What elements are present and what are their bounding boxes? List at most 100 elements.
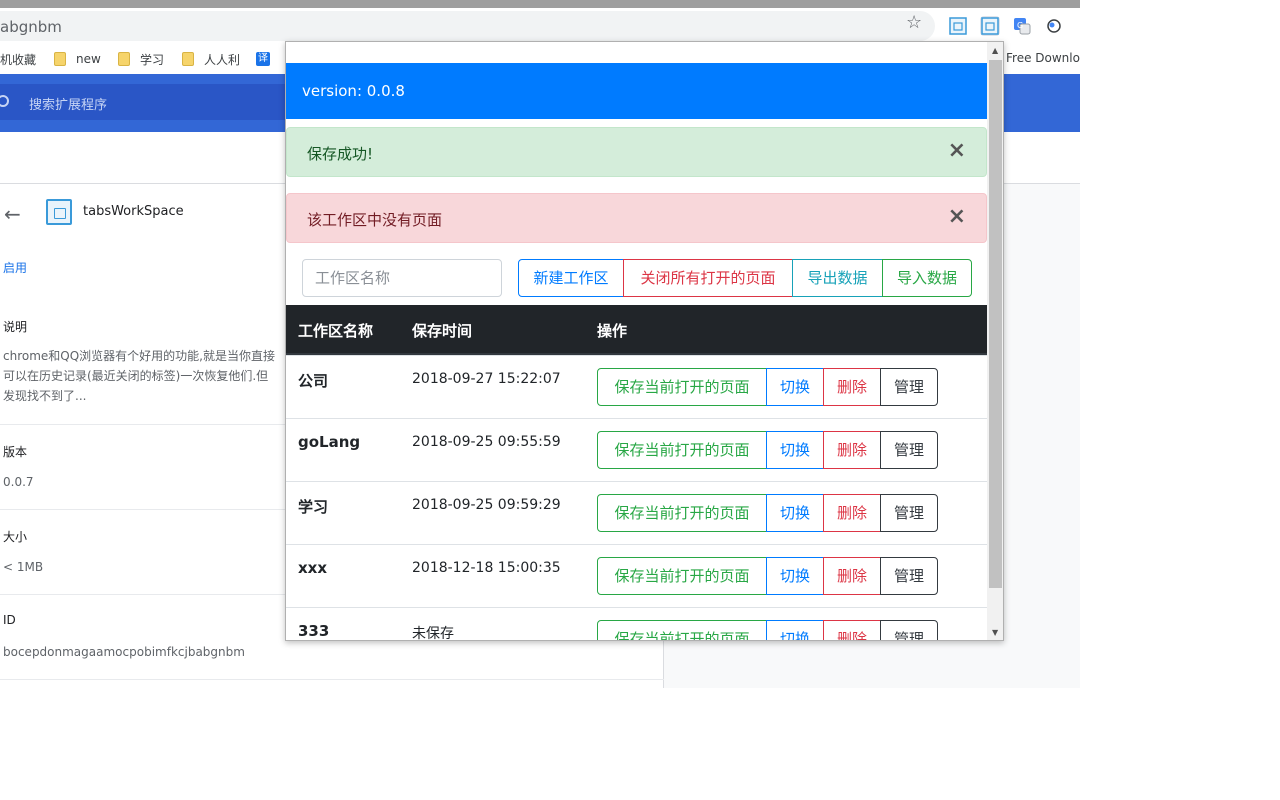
manage-button[interactable]: 管理 <box>880 494 938 532</box>
bookmark-label: new <box>76 52 101 66</box>
workspace-time: 2018-09-25 09:55:59 <box>412 434 561 450</box>
id-label: ID <box>3 613 16 627</box>
delete-button[interactable]: 删除 <box>823 494 881 532</box>
bookmark-star-icon[interactable]: ☆ <box>906 14 922 32</box>
save-pages-button[interactable]: 保存当前打开的页面 <box>597 431 767 469</box>
delete-button[interactable]: 删除 <box>823 557 881 595</box>
close-icon[interactable]: × <box>948 140 966 162</box>
save-pages-button[interactable]: 保存当前打开的页面 <box>597 368 767 406</box>
workspace-time: 未保存 <box>412 626 454 641</box>
workspace-time: 2018-12-18 15:00:35 <box>412 560 561 576</box>
description-line: 可以在历史记录(最近关闭的标签)一次恢复他们.但 <box>3 369 269 383</box>
workspace-name: xxx <box>298 559 328 577</box>
back-arrow-icon[interactable]: ← <box>4 202 21 226</box>
delete-button[interactable]: 删除 <box>823 368 881 406</box>
bookmark-free-download[interactable]: Free Downlo <box>1006 51 1080 65</box>
folder-icon <box>182 52 194 66</box>
switch-button[interactable]: 切换 <box>766 620 824 640</box>
save-pages-button[interactable]: 保存当前打开的页面 <box>597 620 767 640</box>
bookmark-label: 学习 <box>140 52 165 67</box>
switch-button[interactable]: 切换 <box>766 494 824 532</box>
bookmark-folder-renrenli[interactable]: 人人利 <box>182 51 240 67</box>
scroll-down-arrow-icon[interactable]: ▼ <box>992 628 998 637</box>
table-row: xxx 2018-12-18 15:00:35 保存当前打开的页面 切换 删除 … <box>286 544 987 607</box>
bookmark-label: 人人利 <box>204 52 241 67</box>
column-header-actions: 操作 <box>597 322 628 340</box>
extension-translate-icon[interactable]: G <box>1012 16 1032 36</box>
bookmark-translate[interactable]: 译 <box>256 51 276 67</box>
manage-button[interactable]: 管理 <box>880 368 938 406</box>
new-workspace-button[interactable]: 新建工作区 <box>518 259 624 297</box>
extension-tabs-icon[interactable] <box>948 16 968 36</box>
version-bar: version: 0.0.8 <box>286 63 987 119</box>
workspace-name: goLang <box>298 433 361 451</box>
folder-icon <box>118 52 130 66</box>
success-alert: 保存成功! × <box>286 127 987 177</box>
description-line: chrome和QQ浏览器有个好用的功能,就是当你直接 <box>3 349 275 363</box>
search-icon <box>0 95 9 107</box>
translate-icon: 译 <box>256 52 270 66</box>
scroll-thumb[interactable] <box>989 60 1002 588</box>
extension-name: tabsWorkSpace <box>83 204 184 219</box>
enable-toggle-label[interactable]: 启用 <box>3 259 27 276</box>
search-placeholder: 搜索扩展程序 <box>29 98 108 113</box>
manage-button[interactable]: 管理 <box>880 431 938 469</box>
workspace-time: 2018-09-27 15:22:07 <box>412 371 561 387</box>
manage-button[interactable]: 管理 <box>880 557 938 595</box>
save-pages-button[interactable]: 保存当前打开的页面 <box>597 494 767 532</box>
bookmark-folder-new[interactable]: new <box>54 51 101 67</box>
extension-popup: version: 0.0.8 保存成功! × 该工作区中没有页面 × 新建工作区… <box>285 41 1004 641</box>
scroll-up-arrow-icon[interactable]: ▲ <box>992 46 998 55</box>
close-icon[interactable]: × <box>948 206 966 228</box>
version-label: 版本 <box>3 445 28 459</box>
workspace-name-input[interactable] <box>302 259 502 297</box>
danger-alert: 该工作区中没有页面 × <box>286 193 987 243</box>
switch-button[interactable]: 切换 <box>766 557 824 595</box>
bookmark-folder-study[interactable]: 学习 <box>118 51 164 67</box>
version-value: 0.0.7 <box>3 475 34 489</box>
import-data-button[interactable]: 导入数据 <box>882 259 972 297</box>
address-text[interactable]: abgnbm <box>0 18 62 36</box>
workspace-name: 公司 <box>298 372 329 390</box>
id-value: bocepdonmagaamocpobimfkcjbabgnbm <box>3 645 245 659</box>
description-label: 说明 <box>3 320 28 334</box>
delete-button[interactable]: 删除 <box>823 620 881 640</box>
danger-alert-text: 该工作区中没有页面 <box>307 211 443 229</box>
success-alert-text: 保存成功! <box>307 145 374 163</box>
workspace-name: 333 <box>298 622 330 640</box>
workspace-time: 2018-09-25 09:59:29 <box>412 497 561 513</box>
svg-text:G: G <box>1017 21 1023 30</box>
description-text: chrome和QQ浏览器有个好用的功能,就是当你直接 可以在历史记录(最近关闭的… <box>3 346 303 406</box>
extension-tabsworkspace-icon[interactable] <box>980 16 1000 36</box>
extension-misc-icon[interactable] <box>1044 16 1064 36</box>
address-bar[interactable]: abgnbm <box>0 11 935 41</box>
divider <box>0 679 664 680</box>
size-value: < 1MB <box>3 560 44 574</box>
folder-icon <box>54 52 66 66</box>
delete-button[interactable]: 删除 <box>823 431 881 469</box>
table-row: goLang 2018-09-25 09:55:59 保存当前打开的页面 切换 … <box>286 418 987 481</box>
switch-button[interactable]: 切换 <box>766 431 824 469</box>
save-pages-button[interactable]: 保存当前打开的页面 <box>597 557 767 595</box>
workspace-table-header: 工作区名称 保存时间 操作 <box>286 305 987 355</box>
version-text: version: 0.0.8 <box>302 82 405 100</box>
table-row: 学习 2018-09-25 09:59:29 保存当前打开的页面 切换 删除 管… <box>286 481 987 544</box>
toolbar: abgnbm ☆ G <box>0 8 1080 44</box>
close-all-pages-button[interactable]: 关闭所有打开的页面 <box>623 259 793 297</box>
popup-content: version: 0.0.8 保存成功! × 该工作区中没有页面 × 新建工作区… <box>286 42 987 641</box>
column-header-name: 工作区名称 <box>298 322 374 340</box>
switch-button[interactable]: 切换 <box>766 368 824 406</box>
export-data-button[interactable]: 导出数据 <box>792 259 883 297</box>
workspace-name: 学习 <box>298 498 329 516</box>
extension-logo-icon <box>46 199 72 225</box>
bookmark-item[interactable]: 机收藏 <box>0 51 36 67</box>
manage-button[interactable]: 管理 <box>880 620 938 640</box>
popup-scrollbar[interactable]: ▲ ▼ <box>987 42 1003 640</box>
size-label: 大小 <box>3 530 28 544</box>
extensions-search[interactable]: 搜索扩展程序 <box>0 84 300 120</box>
table-row: 333 未保存 保存当前打开的页面 切换 删除 管理 <box>286 607 987 641</box>
table-row: 公司 2018-09-27 15:22:07 保存当前打开的页面 切换 删除 管… <box>286 355 987 418</box>
window-top-strip <box>0 0 1080 8</box>
column-header-time: 保存时间 <box>412 322 473 340</box>
description-line: 发现找不到了... <box>3 389 87 403</box>
